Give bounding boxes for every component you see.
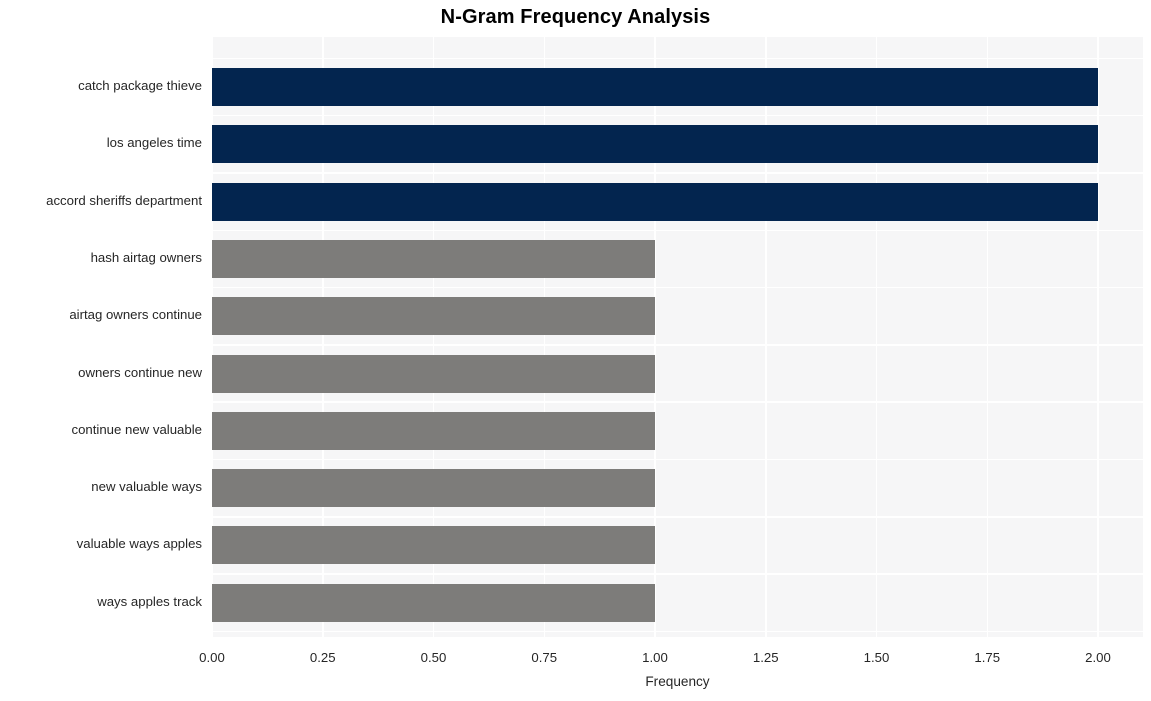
x-axis-tick-label: 0.75 [531, 650, 558, 665]
x-axis-tick-label: 1.00 [642, 650, 668, 665]
x-axis-tick-label: 0.25 [309, 650, 336, 665]
x-axis-tick-label: 1.75 [974, 650, 1001, 665]
x-axis-tick-label: 1.25 [752, 650, 779, 665]
x-axis-tick-label: 1.50 [863, 650, 890, 665]
chart-figure: N-Gram Frequency Analysis catch package … [0, 0, 1151, 701]
x-axis-tick-labels: 0.00 0.25 0.50 0.75 1.00 1.25 1.50 1.75 2.00 [0, 0, 1151, 701]
x-axis-label: Frequency [645, 674, 710, 689]
x-axis-tick-label: 0.00 [199, 650, 225, 665]
x-axis-tick-label: 2.00 [1085, 650, 1111, 665]
x-axis-tick-label: 0.50 [420, 650, 447, 665]
